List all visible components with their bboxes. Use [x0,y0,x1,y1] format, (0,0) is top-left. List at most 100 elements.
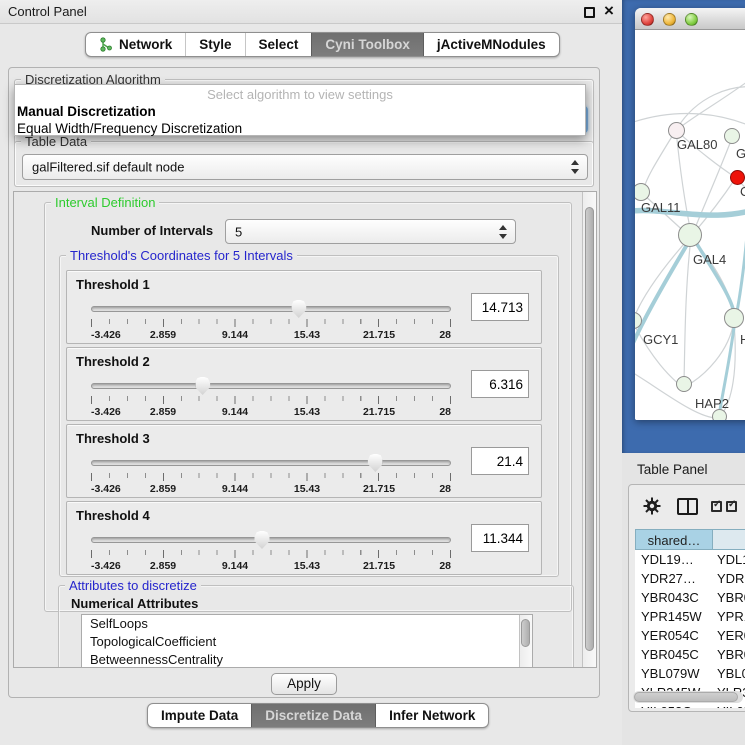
threshold-2-slider[interactable]: -3.426 2.859 9.144 15.43 21.715 28 [91,378,451,420]
panel-scrollbar[interactable] [582,192,596,667]
close-traffic-light-icon[interactable] [641,13,654,26]
network-node-top-right[interactable] [724,128,740,144]
slider-major-ticks [91,550,451,558]
list-scrollbar[interactable] [519,615,532,668]
tab-label: Discretize Data [265,708,362,723]
checkbox-icon[interactable]: ✓ [726,501,737,512]
popup-option-equal-width-frequency[interactable]: Equal Width/Frequency Discretization [15,120,585,137]
tab-infer-network[interactable]: Infer Network [375,704,488,727]
slider-tick-labels: -3.426 2.859 9.144 15.43 21.715 28 [91,560,451,572]
tick-label: -3.426 [91,329,121,341]
node-label: GAL80 [677,137,717,152]
slider-track[interactable] [91,306,451,312]
tick-label: 15.43 [294,560,320,572]
table-panel-box: ✓ ✓ shared… na YDL19…YDL19 YDR27…YDR27 Y… [628,484,745,712]
tick-label: 2.859 [150,560,176,572]
node-label: H [740,332,745,347]
threshold-4-label: Threshold 4 [76,508,150,523]
table-row[interactable]: YDL19…YDL19 [635,550,745,569]
threshold-2-panel: Threshold 2 -3.426 2.859 9.144 [66,347,542,421]
horizontal-scrollbar[interactable] [633,691,743,703]
threshold-1-label: Threshold 1 [76,277,150,292]
network-canvas[interactable]: GAL80 GA C GAL11 GAL4 GCY1 H HAP2 [635,30,745,420]
slider-track[interactable] [91,383,451,389]
tab-label: Select [259,37,299,52]
threshold-1-slider[interactable]: -3.426 2.859 9.144 15.43 21.715 28 [91,301,451,343]
threshold-1-value-field[interactable] [471,293,529,321]
column-header-name[interactable]: na [713,529,745,550]
tick-label: -3.426 [91,406,121,418]
list-item[interactable]: BetweennessCentrality [82,651,532,668]
threshold-3-panel: Threshold 3 -3.426 2.859 9.144 [66,424,542,498]
tab-cyni-toolbox[interactable]: Cyni Toolbox [311,33,423,56]
tab-network[interactable]: Network [86,33,185,56]
column-header-shared-name[interactable]: shared… [635,529,713,550]
threshold-4-value-field[interactable] [471,524,529,552]
number-of-intervals-value: 5 [235,224,242,239]
settings-scrollpane: Interval Definition Number of Intervals … [13,191,597,668]
slider-thumb[interactable] [195,377,210,395]
threshold-3-slider[interactable]: -3.426 2.859 9.144 15.43 21.715 28 [91,455,451,497]
network-node-gal4[interactable] [678,223,702,247]
minimize-traffic-light-icon[interactable] [663,13,676,26]
table-data-combobox[interactable]: galFiltered.sif default node [22,154,588,180]
slider-major-ticks [91,319,451,327]
table-panel: Table Panel [622,453,745,745]
table-row[interactable]: YBR043CYBR04 [635,588,745,607]
tab-select[interactable]: Select [245,33,312,56]
tick-label: 9.144 [222,483,248,495]
tick-label: 28 [439,560,451,572]
tick-label: 21.715 [363,406,395,418]
popup-hint: Select algorithm to view settings [15,85,585,103]
threshold-1-panel: Threshold 1 -3.426 2.859 9.144 [66,270,542,344]
tab-label: Cyni Toolbox [325,37,410,52]
table-row[interactable]: YBR045CYBR04 [635,645,745,664]
threshold-3-value-field[interactable] [471,447,529,475]
stepper-icon[interactable] [571,160,580,174]
tick-label: 28 [439,483,451,495]
slider-thumb[interactable] [255,531,270,549]
slider-track[interactable] [91,537,451,543]
table-row[interactable]: YDR27…YDR27 [635,569,745,588]
tab-impute-data[interactable]: Impute Data [148,704,251,727]
network-node-hap2[interactable] [676,376,692,392]
close-icon[interactable]: × [601,1,617,21]
float-window-icon[interactable] [584,7,595,18]
tick-label: 21.715 [363,329,395,341]
tab-label: Infer Network [389,708,475,723]
tab-style[interactable]: Style [185,33,244,56]
tick-label: 15.43 [294,406,320,418]
table-row[interactable]: YPR145WYPR14 [635,607,745,626]
interval-definition-group: Interval Definition Number of Intervals … [44,202,572,612]
slider-tick-labels: -3.426 2.859 9.144 15.43 21.715 28 [91,483,451,495]
numerical-attributes-list: SelfLoops TopologicalCoefficient Between… [81,614,533,668]
tab-label: Network [119,37,172,52]
gear-icon[interactable] [643,497,661,515]
split-view-icon[interactable] [677,498,698,515]
tab-jactivemnodules[interactable]: jActiveMNodules [423,33,559,56]
control-panel-titlebar: Control Panel × [0,0,622,24]
panel-title: Control Panel [8,4,87,19]
popup-option-manual-discretization[interactable]: Manual Discretization [15,103,585,120]
numerical-attributes-label: Numerical Attributes [71,596,198,611]
slider-thumb[interactable] [291,300,306,318]
table-row[interactable]: YER054CYER05 [635,626,745,645]
thresholds-title: Threshold's Coordinates for 5 Intervals [66,248,297,263]
zoom-traffic-light-icon[interactable] [685,13,698,26]
network-node-selected-red[interactable] [730,170,745,185]
checkbox-icon[interactable]: ✓ [711,501,722,512]
table-row[interactable]: YBL079WYBL07 [635,664,745,683]
threshold-4-slider[interactable]: -3.426 2.859 9.144 15.43 21.715 28 [91,532,451,574]
apply-button[interactable]: Apply [271,673,337,695]
list-item[interactable]: TopologicalCoefficient [82,633,532,651]
list-item[interactable]: SelfLoops [82,615,532,633]
network-node-h[interactable] [724,308,744,328]
threshold-2-value-field[interactable] [471,370,529,398]
algorithm-dropdown-popup: Select algorithm to view settings Manual… [14,84,586,136]
slider-thumb[interactable] [368,454,383,472]
number-of-intervals-combobox[interactable]: 5 [225,219,516,244]
node-attribute-table: shared… na YDL19…YDL19 YDR27…YDR27 YBR04… [635,529,745,708]
stepper-icon[interactable] [499,225,508,239]
tab-discretize-data[interactable]: Discretize Data [251,704,375,727]
slider-track[interactable] [91,460,451,466]
